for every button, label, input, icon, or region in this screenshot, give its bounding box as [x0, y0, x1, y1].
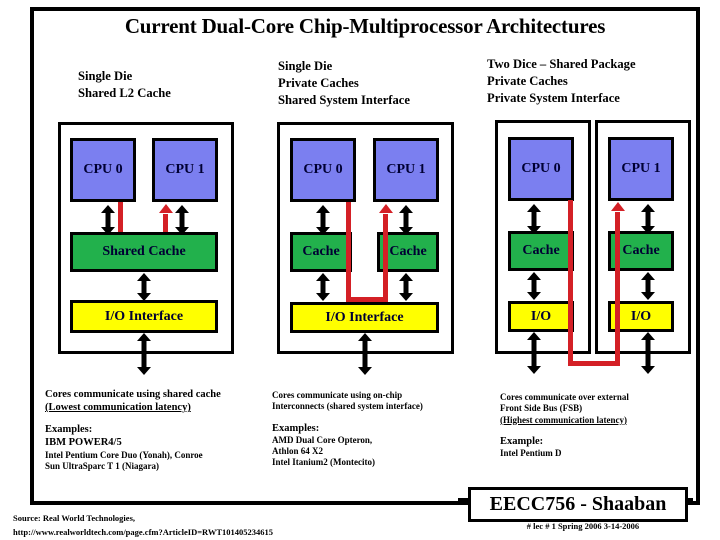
diagram-2-connector-arrowhead: [379, 204, 393, 213]
diagram-1-connector-arrowhead: [159, 204, 173, 213]
diagram-2-connector-right: [383, 214, 388, 302]
diagram-1-cpu0: CPU 0: [70, 138, 136, 202]
source-url[interactable]: http://www.realworldtech.com/page.cfm?Ar…: [13, 525, 273, 539]
diagram-3-connector-arrowhead: [611, 202, 625, 211]
diagram-1-io-interface: I/O Interface: [70, 300, 218, 333]
source-label: Source: Real World Technologies,: [13, 513, 136, 523]
diagram-2-arrow-cpu0-cache0: [313, 205, 333, 235]
column-header-2: Single Die Private Caches Shared System …: [278, 59, 410, 107]
note-2-example-2: Intel Itanium2 (Montecito): [272, 457, 375, 468]
diagram-1-shared-cache: Shared Cache: [70, 232, 218, 272]
note-2-example-1: Athlon 64 X2: [272, 445, 324, 456]
course-badge-subtitle: # lec # 1 Spring 2006 3-14-2006: [526, 521, 640, 531]
source-credit: Source: Real World Technologies, http://…: [13, 511, 273, 539]
diagram-2-cpu1: CPU 1: [373, 138, 439, 202]
diagram-1-arrow-cpu1-cache: [172, 205, 192, 235]
diagram-3-cpu1: CPU 1: [608, 137, 674, 201]
diagram-2-arrow-cache0-io: [313, 273, 333, 301]
note-3-examples-label: Example:: [500, 435, 544, 447]
diagram-3-connector-right: [615, 212, 620, 366]
note-1-line-1: Cores communicate using shared cache: [45, 389, 221, 400]
diagram-2-connector-left: [346, 202, 351, 302]
note-1-example-2: Sun UltraSparc T 1 (Niagara): [45, 460, 160, 471]
note-2-line-2: Interconnects (shared system interface): [272, 401, 423, 412]
note-1-example-0: IBM POWER4/5: [45, 437, 122, 449]
diagram-3-arrow-external-1: [638, 332, 658, 374]
column-header-1: Single Die Shared L2 Cache: [78, 69, 171, 100]
diagram-2-cache0: Cache: [290, 232, 352, 272]
diagram-2-io-interface: I/O Interface: [290, 302, 439, 333]
diagram-1-arrow-cache-io: [134, 273, 154, 301]
note-block-1: Cores communicate using shared cache (Lo…: [45, 388, 280, 472]
note-3-line-3: (Highest communication latency): [500, 414, 627, 425]
column-header-3: Two Dice – Shared Package Private Caches…: [487, 57, 636, 105]
diagram-3-arrow-cache0-io0: [524, 272, 544, 300]
note-3-line-1: Cores communicate over external: [500, 392, 629, 402]
diagram-3-arrow-cpu0-cache0: [524, 204, 544, 234]
diagram-3-arrow-cpu1-cache1: [638, 204, 658, 234]
note-3-line-2: Front Side Bus (FSB): [500, 403, 583, 414]
course-badge: EECC756 - Shaaban: [468, 487, 688, 522]
note-block-2: Cores communicate using on-chip Intercon…: [272, 390, 502, 468]
diagram-1-arrow-cpu0-cache: [98, 205, 118, 235]
diagram-3-connector-bottom: [568, 361, 620, 366]
note-block-3: Cores communicate over external Front Si…: [500, 392, 705, 459]
diagram-3-io0: I/O: [508, 301, 574, 332]
note-2-line-1: Cores communicate using on-chip: [272, 390, 403, 400]
diagram-2-arrow-external: [355, 333, 375, 375]
note-1-line-2: (Lowest communication latency): [45, 402, 191, 414]
note-2-examples-label: Examples:: [272, 422, 320, 434]
diagram-3-connector-left: [568, 200, 573, 366]
page-title: Current Dual-Core Chip-Multiprocessor Ar…: [124, 14, 606, 38]
diagram-3-arrow-external-0: [524, 332, 544, 374]
note-1-examples-label: Examples:: [45, 424, 93, 436]
note-3-example-0: Intel Pentium D: [500, 447, 562, 458]
slide-canvas: Current Dual-Core Chip-Multiprocessor Ar…: [0, 0, 720, 540]
diagram-1-cpu1: CPU 1: [152, 138, 218, 202]
diagram-1-arrow-external: [134, 333, 154, 375]
note-2-example-0: AMD Dual Core Opteron,: [272, 434, 373, 445]
diagram-2-arrow-cpu1-cache1: [396, 205, 416, 235]
diagram-3-cpu0: CPU 0: [508, 137, 574, 201]
diagram-2-cpu0: CPU 0: [290, 138, 356, 202]
diagram-2-arrow-cache1-io: [396, 273, 416, 301]
diagram-3-cache0: Cache: [508, 231, 574, 271]
note-1-example-1: Intel Pentium Core Duo (Yonah), Conroe: [45, 449, 203, 460]
diagram-3-arrow-cache1-io1: [638, 272, 658, 300]
